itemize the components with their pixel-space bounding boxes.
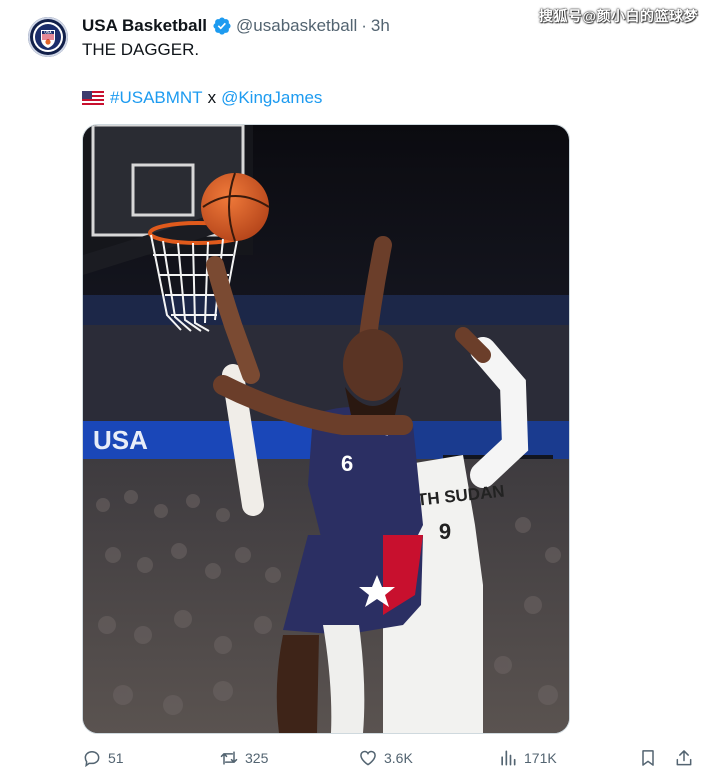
- tweet-header: USA Basketball @usabasketball · 3h: [82, 14, 390, 38]
- svg-text:USA: USA: [44, 31, 52, 35]
- repost-count: 325: [245, 750, 269, 766]
- bookmark-button[interactable]: [638, 744, 658, 772]
- heart-icon: [360, 750, 376, 766]
- bookmark-icon: [642, 750, 654, 766]
- arena-banner-text: USA: [93, 425, 148, 455]
- repost-button[interactable]: 325: [219, 744, 268, 772]
- tweet-card[interactable]: USA USA Basketball @usabasketball · 3h 搜…: [0, 0, 710, 784]
- connector-text: x: [207, 88, 217, 107]
- display-name[interactable]: USA Basketball: [82, 16, 207, 36]
- user-handle[interactable]: @usabasketball: [236, 16, 357, 36]
- tweet-tags-line: #USABMNT x @KingJames: [82, 88, 322, 108]
- jersey-number: 6: [341, 451, 353, 476]
- action-bar: 51 325 3.6K 171K: [82, 744, 700, 774]
- like-count: 3.6K: [384, 750, 413, 766]
- avatar[interactable]: USA: [28, 17, 68, 57]
- share-icon: [676, 750, 692, 766]
- usa-basketball-logo-icon: USA: [33, 22, 63, 52]
- basketball-photo: USA SOUTH SUDAN 9 USA 6: [83, 125, 569, 733]
- like-button[interactable]: 3.6K: [358, 744, 413, 772]
- verified-badge-icon: [213, 17, 231, 35]
- us-flag-icon: [82, 91, 104, 105]
- opponent-jersey-number: 9: [439, 519, 451, 544]
- views-chart-icon: [501, 750, 516, 766]
- watermark: 搜狐号@颜小白的篮球梦: [538, 8, 698, 24]
- reply-icon: [84, 750, 100, 768]
- share-button[interactable]: [674, 744, 694, 772]
- reply-count: 51: [108, 750, 124, 766]
- mention-link[interactable]: @KingJames: [221, 88, 322, 108]
- reply-button[interactable]: 51: [82, 744, 124, 772]
- hashtag-link[interactable]: #USABMNT: [110, 88, 203, 108]
- views-count: 171K: [524, 750, 557, 766]
- repost-icon: [220, 751, 238, 765]
- tweet-text: THE DAGGER.: [82, 40, 200, 59]
- views-button[interactable]: 171K: [498, 744, 557, 772]
- tweet-photo[interactable]: USA SOUTH SUDAN 9 USA 6: [82, 124, 570, 734]
- separator-dot: ·: [361, 16, 367, 35]
- timestamp[interactable]: 3h: [371, 16, 390, 36]
